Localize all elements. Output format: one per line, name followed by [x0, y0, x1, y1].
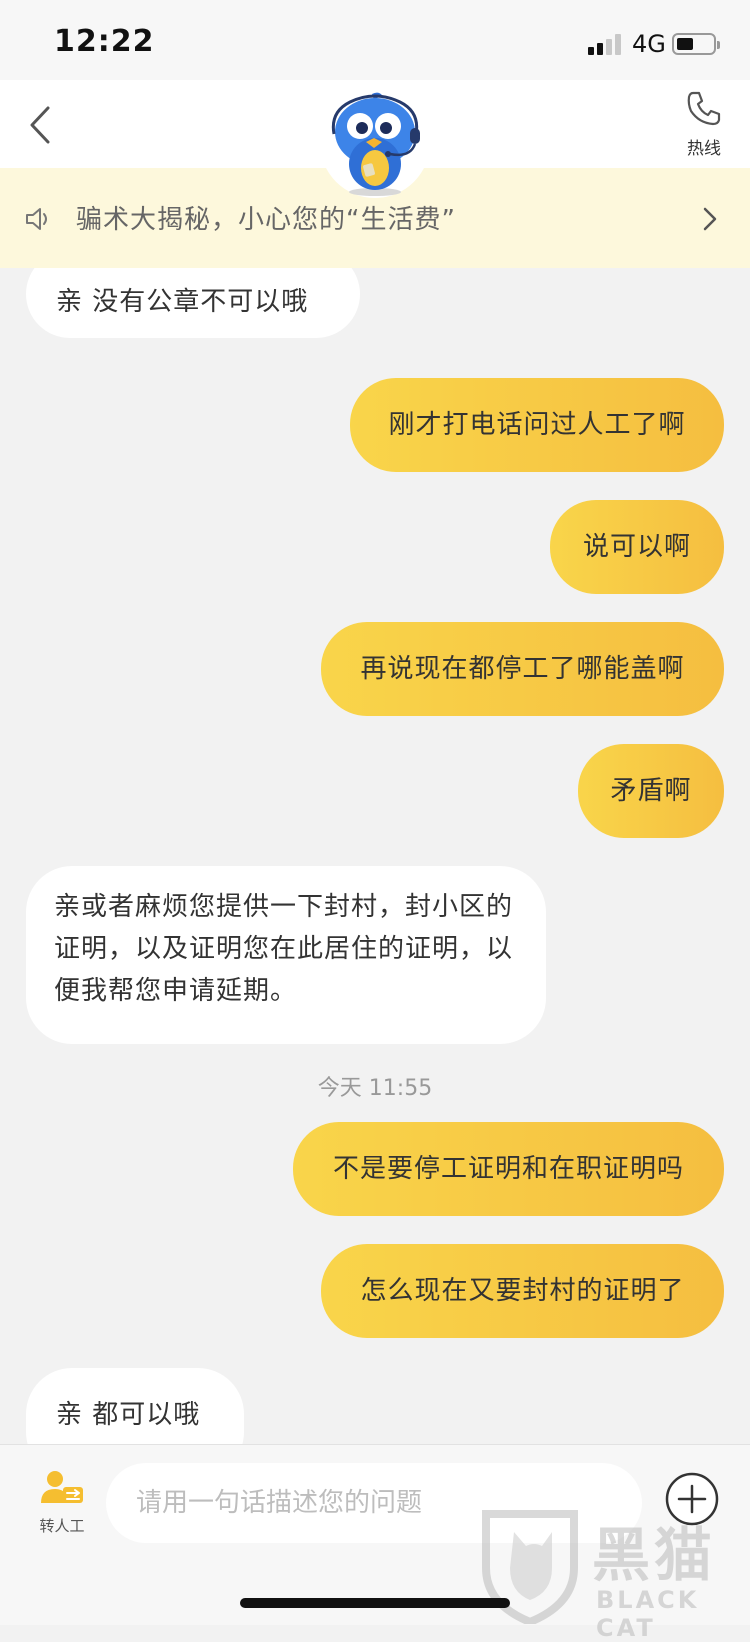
phone-icon [687, 91, 721, 126]
status-bar: 12:22 4G [0, 0, 750, 80]
mascot-avatar [320, 88, 430, 198]
message-bubble-right[interactable]: 再说现在都停工了哪能盖啊 [321, 622, 724, 716]
hotline-label: 热线 [687, 139, 721, 159]
message-bubble-right[interactable]: 刚才打电话问过人工了啊 [350, 378, 724, 472]
watermark-cn: 黑猫 [592, 1521, 717, 1589]
message-bubble-left[interactable]: 亲 没有公章不可以哦 [26, 268, 360, 338]
transfer-to-agent-button[interactable]: 转人工 [30, 1469, 94, 1539]
blackcat-watermark: 黑猫 BLACK CAT [480, 1508, 750, 1642]
message-bubble-left[interactable]: 亲 都可以哦 [26, 1368, 244, 1444]
speaker-icon [26, 208, 47, 230]
network-type: 4G [632, 30, 666, 58]
message-bubble-right[interactable]: 怎么现在又要封村的证明了 [321, 1244, 724, 1338]
message-bubble-right[interactable]: 不是要停工证明和在职证明吗 [293, 1122, 724, 1216]
home-indicator[interactable] [240, 1598, 510, 1608]
notice-text: 骗术大揭秘，小心您的“生活费” [76, 205, 456, 235]
message-bubble-right[interactable]: 说可以啊 [550, 500, 724, 594]
message-bubble-left[interactable]: 亲或者麻烦您提供一下封村，封小区的证明，以及证明您在此居住的证明，以便我帮您申请… [26, 866, 546, 1044]
signal-icon [588, 33, 624, 55]
battery-icon [672, 33, 720, 55]
message-bubble-right[interactable]: 矛盾啊 [578, 744, 724, 838]
status-time: 12:22 [54, 24, 155, 59]
agent-label: 转人工 [39, 1517, 85, 1535]
chevron-right-icon [703, 207, 717, 231]
agent-icon [41, 1471, 83, 1503]
chat-area[interactable]: 亲 没有公章不可以哦 刚才打电话问过人工了啊 说可以啊 再说现在都停工了哪能盖啊… [0, 268, 750, 1444]
hotline-button[interactable]: 热线 [672, 88, 736, 164]
watermark-en: BLACK CAT [596, 1586, 700, 1642]
back-icon [30, 106, 50, 144]
mascot-icon [331, 92, 420, 196]
timestamp: 今天 11:55 [317, 1076, 433, 1101]
back-button[interactable] [20, 100, 70, 150]
